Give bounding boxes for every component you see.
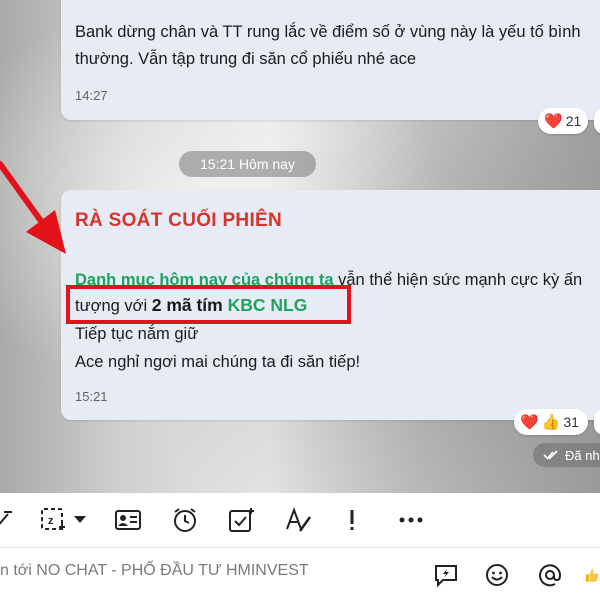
chat-background: Bank dừng chân và TT rung lắc về điểm số… xyxy=(0,0,600,493)
message-time: 15:21 xyxy=(75,389,108,404)
add-reaction-button[interactable] xyxy=(594,409,600,435)
date-divider: 15:21 Hôm nay xyxy=(179,151,316,177)
emoji-icon[interactable] xyxy=(482,560,512,590)
task-icon[interactable] xyxy=(226,505,256,535)
message-time: 14:27 xyxy=(75,88,108,103)
thumbs-up-icon: 👍 xyxy=(541,414,561,431)
text-format-icon[interactable] xyxy=(283,505,313,535)
contact-card-icon[interactable] xyxy=(113,505,143,535)
message-input[interactable]: n tới NO CHAT - PHỐ ĐẦU TƯ HMINVEST xyxy=(0,562,309,580)
message-bubble[interactable]: Bank dừng chân và TT rung lắc về điểm số… xyxy=(61,0,600,120)
reaction-badge[interactable]: ❤️ 👍 31 xyxy=(514,409,588,435)
quick-message-icon[interactable] xyxy=(431,560,461,590)
reaction-count: 21 xyxy=(565,113,582,129)
seen-status: Đã nh xyxy=(533,443,600,467)
message-text-line: Tiếp tục nắm giữ xyxy=(75,325,199,343)
double-check-icon xyxy=(543,450,558,460)
reaction-badge[interactable]: ❤️ 21 xyxy=(538,108,588,134)
message-text-line: Bank dừng chân và TT rung lắc về điểm số… xyxy=(75,23,581,41)
annotation-arrow-icon xyxy=(0,161,66,254)
message-title: RÀ SOÁT CUỐI PHIÊN xyxy=(75,210,283,231)
urgent-icon[interactable] xyxy=(345,505,359,535)
like-icon[interactable] xyxy=(584,560,600,590)
reaction-count: 31 xyxy=(563,414,579,430)
dropdown-icon[interactable] xyxy=(72,505,88,535)
message-text-segment: vẫn thể hiện sức mạnh cực kỳ ấn xyxy=(333,271,583,289)
heart-icon: ❤️ xyxy=(544,113,563,130)
screenshot-icon[interactable]: z xyxy=(38,505,68,535)
mention-icon[interactable] xyxy=(535,560,565,590)
more-icon[interactable] xyxy=(398,505,424,535)
message-text-line: thường. Vẫn tập trung đi săn cổ phiếu nh… xyxy=(75,50,417,68)
add-reaction-button[interactable] xyxy=(594,108,600,134)
annotation-highlight-box xyxy=(66,285,351,324)
svg-text:z: z xyxy=(48,515,54,527)
heart-icon: ❤️ xyxy=(520,414,539,431)
composer-toolbar: z xyxy=(0,493,600,548)
sticker-icon[interactable] xyxy=(0,505,14,535)
alarm-icon[interactable] xyxy=(170,505,200,535)
seen-label: Đã nh xyxy=(565,447,600,463)
message-text-line: Ace nghỉ ngơi mai chúng ta đi săn tiếp! xyxy=(75,353,361,371)
message-composer: n tới NO CHAT - PHỐ ĐẦU TƯ HMINVEST xyxy=(0,548,600,600)
